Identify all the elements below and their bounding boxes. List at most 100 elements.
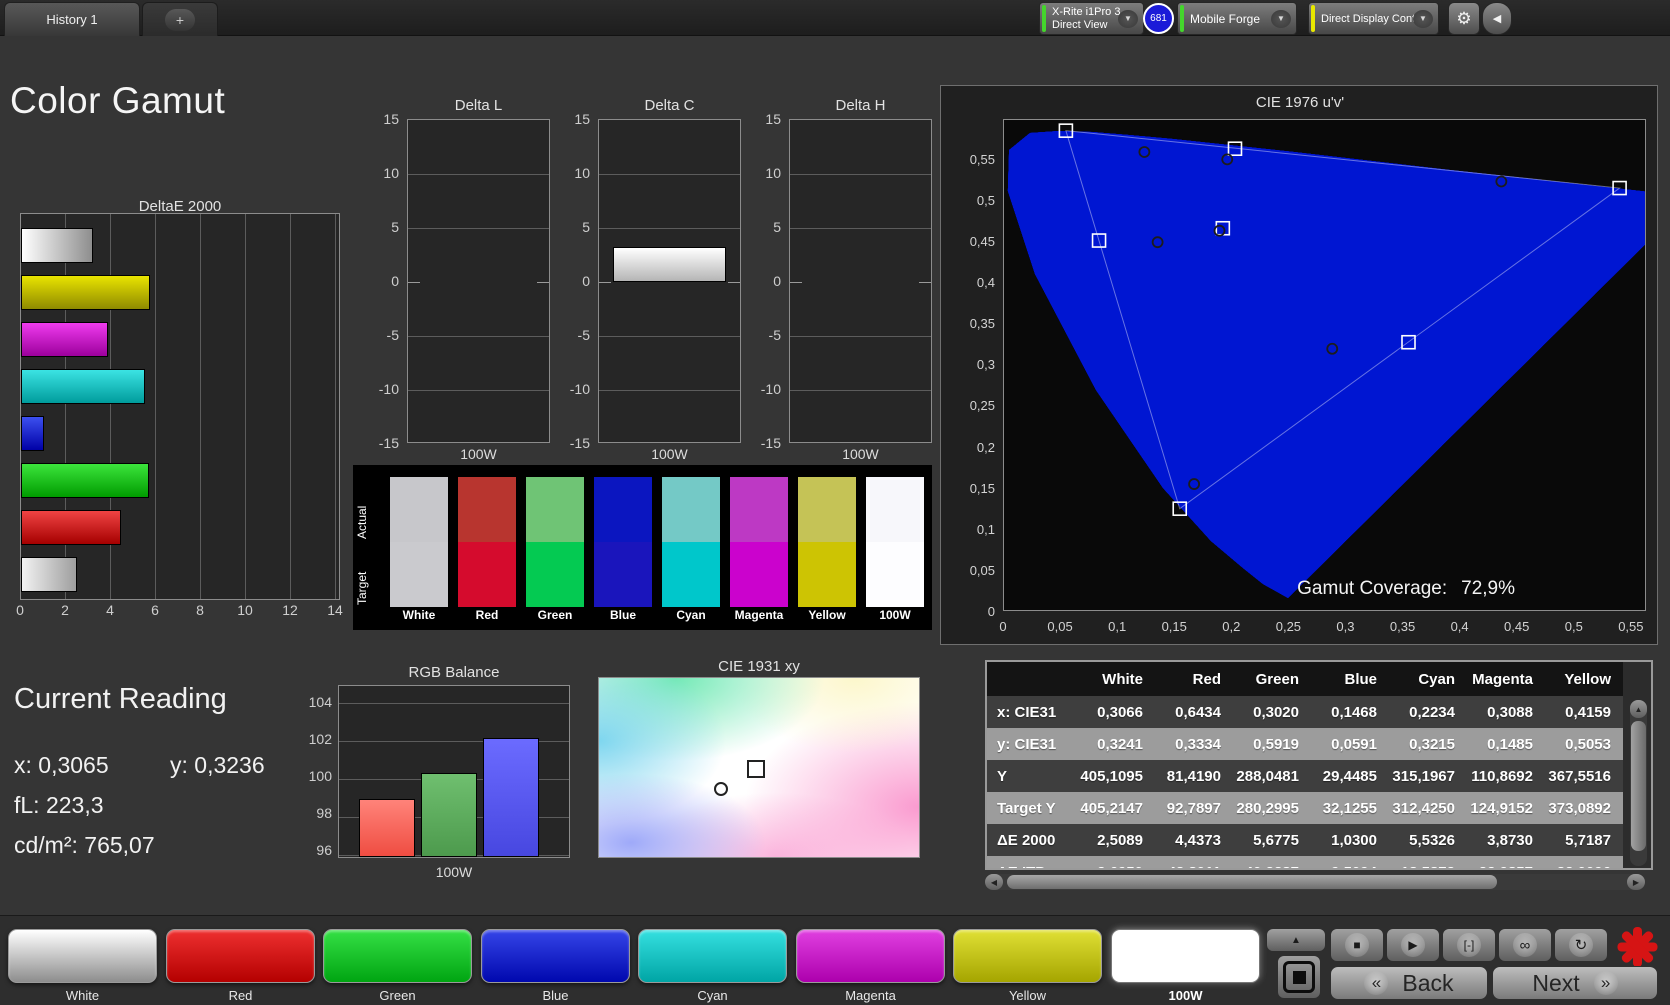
deltae-bar: [21, 275, 150, 310]
meter-name: X-Rite i1Pro 3: [1052, 6, 1121, 18]
axis-tick-label: -15: [760, 435, 781, 451]
axis-tick-label: 0: [773, 273, 781, 289]
next-label: Next: [1532, 969, 1580, 996]
actual-swatch: [526, 477, 584, 542]
gamut-coverage-value: 72,9%: [1461, 578, 1515, 599]
results-table-header: White Red Green Blue Cyan Magenta Yellow: [987, 662, 1623, 696]
pattern-yellow-button[interactable]: [953, 929, 1102, 983]
results-table: x: CIE31 0,3066 0,6434 0,3020 0,1468 0,2234 0,…: [987, 696, 1623, 868]
table-cell: 2,5089: [1097, 831, 1143, 849]
settings-button[interactable]: ⚙: [1448, 2, 1480, 35]
table-cell: 0,3066: [1097, 703, 1143, 721]
collapse-panel-button[interactable]: ◀: [1482, 2, 1512, 35]
single-measure-button[interactable]: [-]: [1442, 928, 1496, 962]
chevron-left-icon: ◀: [1492, 13, 1502, 25]
display-status-stripe: [1311, 5, 1315, 32]
delta-l-x-label: 100W: [460, 446, 497, 462]
scrollbar-thumb[interactable]: [1007, 875, 1497, 889]
pattern-label-selected: 100W: [1168, 988, 1203, 1003]
page-title: Color Gamut: [10, 80, 226, 121]
scroll-up-button[interactable]: ▲: [1630, 700, 1647, 718]
reading-cd-value: 765,07: [84, 832, 155, 858]
loop-measure-button[interactable]: ↻: [1554, 928, 1608, 962]
cie1976-title: CIE 1976 u'v': [1255, 94, 1345, 111]
patch-column: Cyan: [662, 465, 720, 622]
tab-history-1[interactable]: History 1: [4, 2, 140, 36]
axis-tick-label: 100: [308, 768, 332, 784]
table-cell: 32,0096: [1545, 864, 1623, 869]
column-header: Cyan: [1418, 670, 1455, 688]
pattern-magenta-button[interactable]: [796, 929, 945, 983]
axis-tick-label: 0,1: [1108, 619, 1127, 634]
axis-tick-label: 10: [574, 165, 590, 181]
target-row-label: Target: [355, 571, 369, 605]
row-label: ΔE 2000: [997, 831, 1056, 849]
axis-tick-label: -10: [760, 381, 781, 397]
source-status-stripe: [1180, 5, 1184, 32]
table-header-row: White Red Green Blue Cyan Magenta Yellow: [987, 662, 1623, 696]
axis-tick-label: 0,45: [1504, 619, 1530, 634]
patch-column: Yellow: [798, 465, 856, 622]
pattern-blue-button[interactable]: [481, 929, 630, 983]
pattern-window-up-button[interactable]: ▲: [1266, 928, 1326, 952]
axis-tick-label: 12: [282, 602, 298, 618]
pattern-green-button[interactable]: [323, 929, 472, 983]
pattern-100w-button[interactable]: [1111, 929, 1260, 983]
table-cell: 110,8692: [1471, 767, 1533, 785]
actual-row-label: Actual: [355, 505, 369, 539]
axis-tick-label: 0,15: [969, 480, 995, 496]
scroll-left-button[interactable]: ◀: [985, 874, 1003, 890]
back-button[interactable]: « Back: [1330, 966, 1488, 1000]
cie1976-panel: CIE 1976 u'v' 0,55 0,5 0,45 0,4 0,35 0,3 0,25 0…: [940, 85, 1658, 645]
pattern-window-button[interactable]: [1277, 955, 1321, 999]
next-button[interactable]: Next »: [1492, 966, 1658, 1000]
delta-h-chart: [789, 119, 932, 443]
axis-tick-label: 0,15: [1161, 619, 1187, 634]
stop-measure-button[interactable]: ■: [1330, 928, 1384, 962]
table-vertical-scrollbar[interactable]: ▲: [1630, 700, 1647, 866]
meter-dropdown[interactable]: X-Rite i1Pro 3 Direct View ▼: [1039, 2, 1144, 35]
delta-h-x-label: 100W: [842, 446, 879, 462]
arrow-up-icon: ▲: [1634, 704, 1643, 714]
chevrons-right-icon: »: [1593, 971, 1618, 995]
pattern-cyan-button[interactable]: [638, 929, 787, 983]
pattern-label: Blue: [542, 988, 569, 1003]
calibration-asterisk-icon[interactable]: [1616, 926, 1658, 968]
chevron-down-icon: ▼: [1271, 9, 1291, 28]
reading-fl-label: fL:: [14, 792, 40, 818]
row-label: x: CIE31: [997, 703, 1057, 721]
table-cell: 0,3334: [1175, 735, 1221, 753]
pattern-label: Yellow: [1008, 988, 1047, 1003]
source-dropdown[interactable]: Mobile Forge ▼: [1177, 2, 1297, 35]
deltae-bar: [21, 369, 146, 404]
reading-fl: fL: 223,3: [14, 792, 104, 819]
display-control-dropdown[interactable]: Direct Display Control ▼: [1308, 2, 1439, 35]
new-tab-button[interactable]: +: [142, 2, 218, 36]
pattern-red-button[interactable]: [166, 929, 315, 983]
target-swatch: [390, 542, 448, 607]
table-cell: 0,3020: [1253, 703, 1299, 721]
pattern-label: White: [65, 988, 100, 1003]
play-measure-button[interactable]: ▶: [1386, 928, 1440, 962]
axis-tick-label: 0,55: [969, 152, 995, 167]
axis-tick-label: 0: [16, 602, 24, 618]
row-label: Y: [997, 767, 1008, 785]
table-cell: 0,1485: [1487, 735, 1533, 753]
table-horizontal-scrollbar[interactable]: ◀ ▶: [985, 874, 1645, 890]
axis-tick-label: 5: [773, 219, 781, 235]
refresh-icon: ↻: [1569, 933, 1593, 957]
table-cell: 3,8730: [1487, 831, 1533, 849]
axis-tick-label: 6: [151, 602, 159, 618]
axis-tick-label: -15: [378, 435, 399, 451]
pattern-white-button[interactable]: [8, 929, 157, 983]
scrollbar-thumb[interactable]: [1631, 721, 1646, 851]
delta-l-chart: [407, 119, 550, 443]
axis-tick-label: 0,35: [1389, 619, 1416, 634]
scroll-right-button[interactable]: ▶: [1627, 874, 1645, 890]
green-balance-bar: [421, 773, 477, 857]
continuous-measure-button[interactable]: ∞: [1498, 928, 1552, 962]
reading-x-label: x:: [14, 752, 32, 778]
axis-tick-label: 98: [316, 805, 332, 821]
table-cell: 4,4373: [1175, 831, 1221, 849]
table-cell: 5,6775: [1253, 831, 1299, 849]
